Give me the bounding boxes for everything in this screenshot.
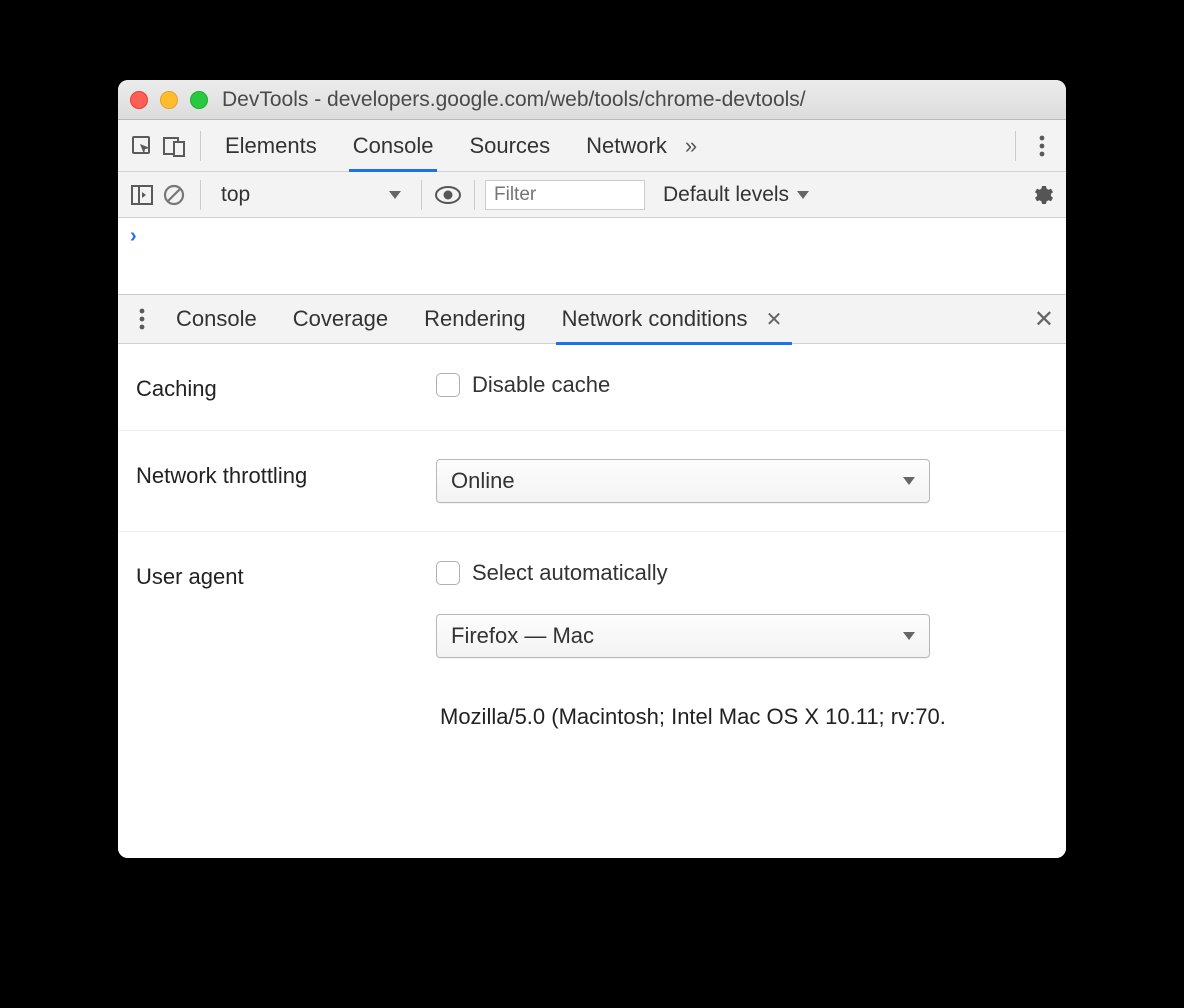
chevron-down-icon (797, 191, 809, 199)
user-agent-row: User agent Select automatically Firefox … (118, 532, 1066, 758)
disable-cache-checkbox-row[interactable]: Disable cache (436, 372, 1048, 398)
drawer-tabs-row: Console Coverage Rendering Network condi… (118, 294, 1066, 344)
ua-auto-checkbox-row[interactable]: Select automatically (436, 560, 1048, 586)
devtools-window: DevTools - developers.google.com/web/too… (118, 80, 1066, 858)
window-title: DevTools - developers.google.com/web/too… (222, 88, 806, 112)
tab-network[interactable]: Network (586, 121, 667, 171)
close-tab-icon[interactable]: ✕ (762, 305, 787, 335)
ua-auto-label: Select automatically (472, 560, 668, 586)
log-levels-select[interactable]: Default levels (663, 183, 809, 207)
clear-console-icon[interactable] (158, 179, 190, 211)
divider (474, 180, 475, 210)
chevron-down-icon (903, 477, 915, 485)
inspect-icon[interactable] (126, 130, 158, 162)
main-tabs-row: Elements Console Sources Network » (118, 120, 1066, 172)
titlebar: DevTools - developers.google.com/web/too… (118, 80, 1066, 120)
throttling-label: Network throttling (136, 459, 436, 489)
console-output[interactable]: › (118, 218, 1066, 294)
minimize-window-button[interactable] (160, 91, 178, 109)
throttling-value: Online (451, 468, 515, 494)
user-agent-string: Mozilla/5.0 (Macintosh; Intel Mac OS X 1… (436, 704, 1048, 730)
divider (1015, 131, 1016, 161)
drawer-tab-label: Network conditions (562, 306, 748, 331)
execution-context-value: top (221, 183, 250, 207)
execution-context-select[interactable]: top (211, 183, 411, 207)
divider (200, 180, 201, 210)
drawer-tab-console[interactable]: Console (176, 294, 257, 344)
tabs-overflow-button[interactable]: » (685, 133, 697, 159)
close-drawer-icon[interactable]: ✕ (1030, 301, 1058, 338)
network-conditions-panel: Caching Disable cache Network throttling… (118, 344, 1066, 858)
live-expression-icon[interactable] (432, 179, 464, 211)
console-filter-input[interactable] (485, 180, 645, 210)
device-toolbar-icon[interactable] (158, 130, 190, 162)
drawer-tab-rendering[interactable]: Rendering (424, 294, 526, 344)
divider (421, 180, 422, 210)
disable-cache-label: Disable cache (472, 372, 610, 398)
divider (200, 131, 201, 161)
console-prompt-icon: › (130, 225, 137, 247)
tab-console[interactable]: Console (353, 121, 434, 171)
user-agent-select[interactable]: Firefox — Mac (436, 614, 930, 658)
log-levels-label: Default levels (663, 183, 789, 207)
caching-row: Caching Disable cache (118, 344, 1066, 431)
user-agent-label: User agent (136, 560, 436, 590)
maximize-window-button[interactable] (190, 91, 208, 109)
console-toolbar: top Default levels (118, 172, 1066, 218)
drawer-tab-network-conditions[interactable]: Network conditions ✕ (562, 294, 787, 344)
tab-sources[interactable]: Sources (469, 121, 550, 171)
chevron-down-icon (903, 632, 915, 640)
chevron-down-icon (389, 191, 401, 199)
throttling-select[interactable]: Online (436, 459, 930, 503)
main-tabs: Elements Console Sources Network (225, 121, 667, 171)
drawer-tab-coverage[interactable]: Coverage (293, 294, 388, 344)
throttling-row: Network throttling Online (118, 431, 1066, 532)
more-menu-icon[interactable] (1026, 130, 1058, 162)
console-sidebar-toggle-icon[interactable] (126, 179, 158, 211)
ua-auto-checkbox[interactable] (436, 561, 460, 585)
caching-label: Caching (136, 372, 436, 402)
console-settings-icon[interactable] (1026, 179, 1058, 211)
disable-cache-checkbox[interactable] (436, 373, 460, 397)
close-window-button[interactable] (130, 91, 148, 109)
user-agent-value: Firefox — Mac (451, 623, 594, 649)
drawer-more-icon[interactable] (126, 303, 158, 335)
tab-elements[interactable]: Elements (225, 121, 317, 171)
window-controls (130, 91, 208, 109)
